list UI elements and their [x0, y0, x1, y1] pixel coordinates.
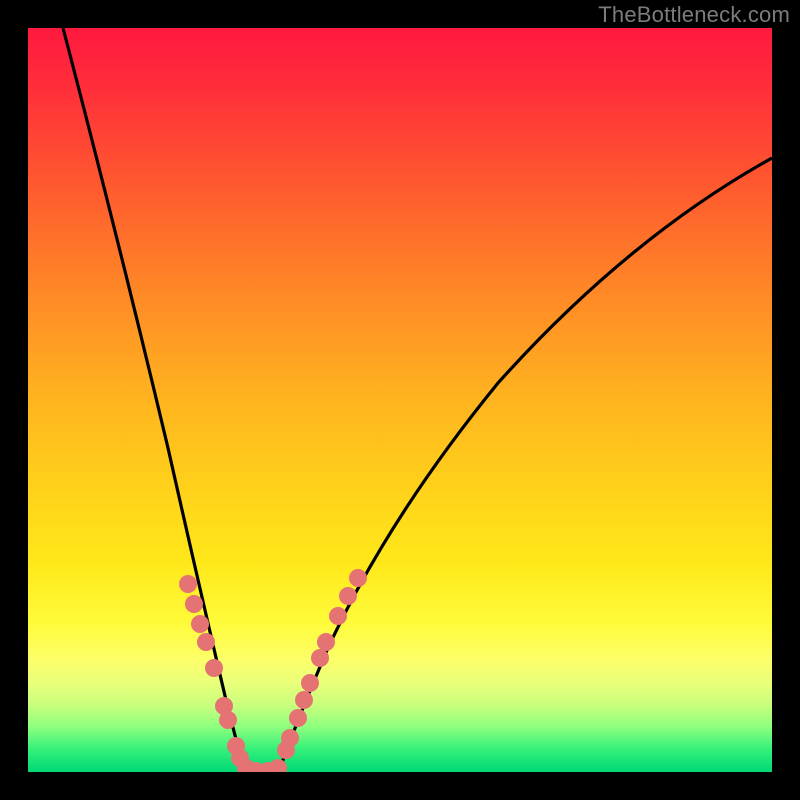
data-marker [185, 595, 203, 613]
right-branch-curve [280, 158, 772, 768]
data-marker [329, 607, 347, 625]
left-branch-curve [63, 28, 244, 768]
chart-frame: TheBottleneck.com [0, 0, 800, 800]
data-marker [197, 633, 215, 651]
data-marker [311, 649, 329, 667]
data-marker [289, 709, 307, 727]
data-marker [281, 729, 299, 747]
data-marker [339, 587, 357, 605]
data-marker [269, 759, 287, 772]
data-marker [179, 575, 197, 593]
data-marker [205, 659, 223, 677]
curve-layer [28, 28, 772, 772]
data-marker [301, 674, 319, 692]
data-marker [191, 615, 209, 633]
data-marker [219, 711, 237, 729]
data-marker [317, 633, 335, 651]
watermark-text: TheBottleneck.com [598, 2, 790, 28]
data-marker [349, 569, 367, 587]
marker-group [179, 569, 367, 772]
plot-area [28, 28, 772, 772]
data-marker [295, 691, 313, 709]
